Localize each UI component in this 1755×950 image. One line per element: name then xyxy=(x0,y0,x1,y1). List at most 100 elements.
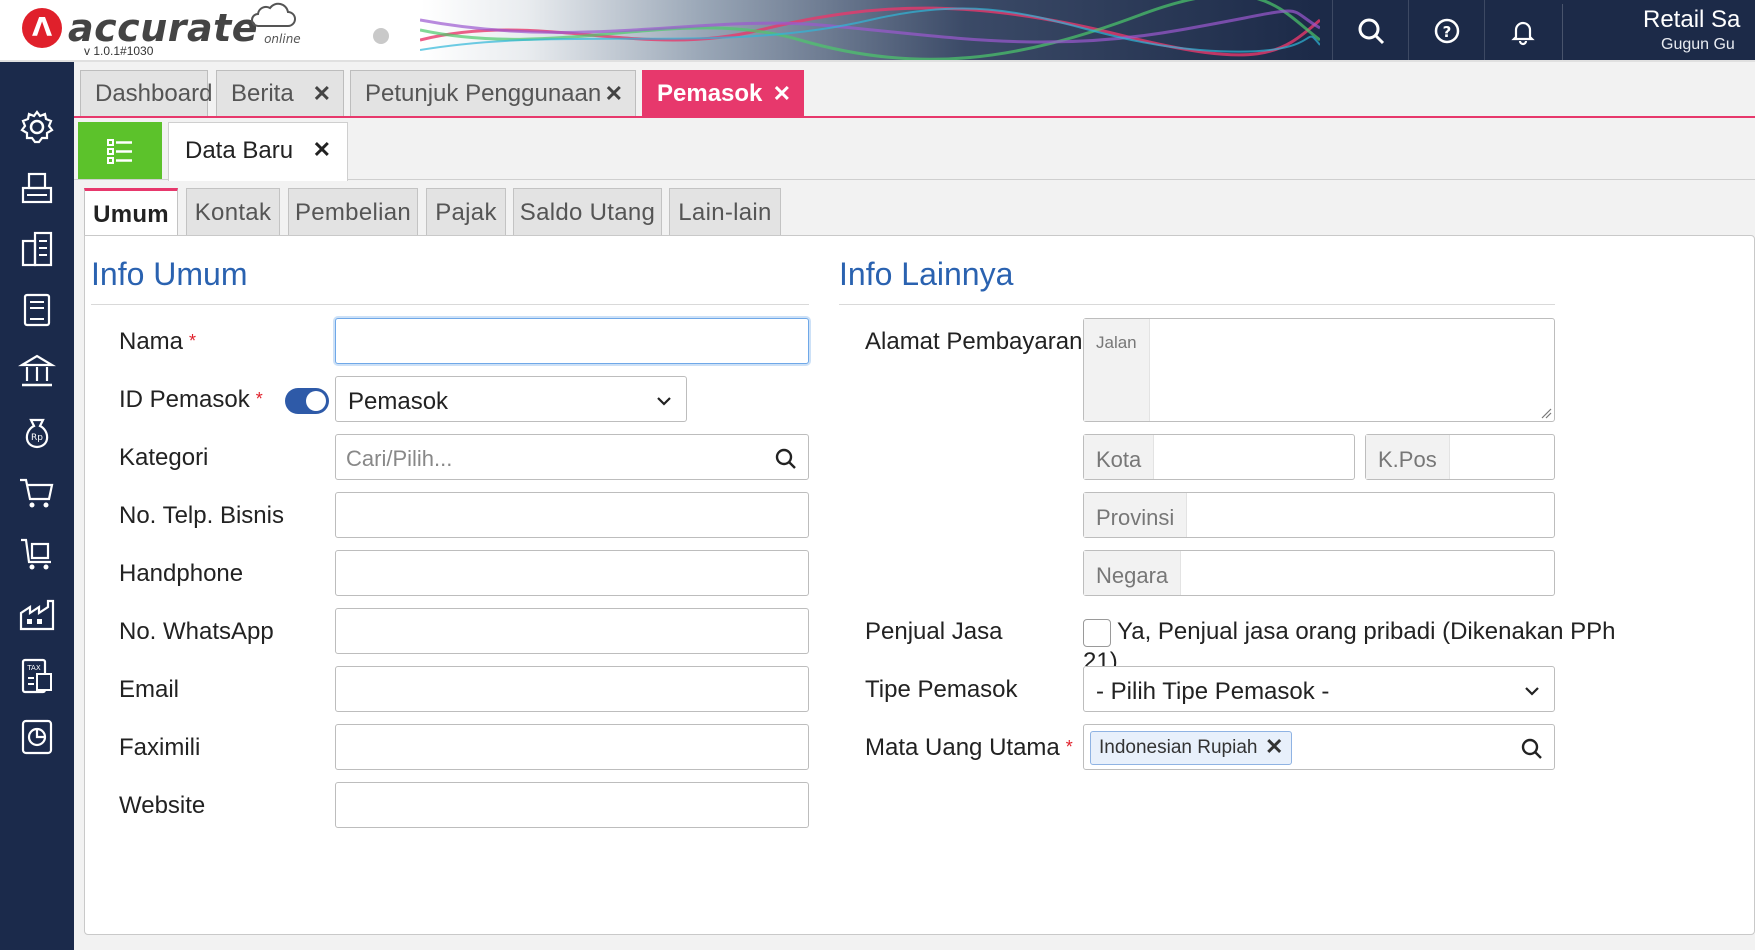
bank-icon xyxy=(18,354,56,387)
search-icon[interactable] xyxy=(774,447,798,471)
search-button[interactable] xyxy=(1332,0,1408,60)
required-mark: * xyxy=(255,389,263,409)
building-icon xyxy=(21,231,53,267)
tab-petunjuk-penggunaan[interactable]: Petunjuk Penggunaan ✕ xyxy=(350,70,636,116)
close-icon[interactable]: ✕ xyxy=(605,81,623,107)
label-tipe-pemasok: Tipe Pemasok xyxy=(865,676,1018,703)
sidebar: Rp TAX xyxy=(0,62,74,950)
sidebar-item-reports[interactable] xyxy=(16,716,58,758)
penjual-jasa-checkbox[interactable] xyxy=(1083,619,1111,647)
list-view-button[interactable] xyxy=(78,122,162,179)
close-icon[interactable]: ✕ xyxy=(313,137,331,163)
user-menu[interactable]: Retail Sa Gugun Gu xyxy=(1562,4,1755,60)
close-icon[interactable]: ✕ xyxy=(313,81,331,107)
sidebar-item-sales[interactable]: Rp xyxy=(16,411,58,453)
tab-kontak[interactable]: Kontak xyxy=(186,188,280,236)
label-alamat-pembayaran: Alamat Pembayaran xyxy=(865,328,1083,355)
search-icon[interactable] xyxy=(1520,737,1544,761)
app-version: v 1.0.1#1030 xyxy=(84,44,154,58)
sidebar-item-manufacture[interactable] xyxy=(16,594,58,636)
website-input[interactable] xyxy=(335,782,809,828)
top-header: Λ accurate online v 1.0.1#1030 ? Retail … xyxy=(0,0,1755,62)
faximili-input[interactable] xyxy=(335,724,809,770)
kategori-search-input[interactable]: Cari/Pilih... xyxy=(335,434,809,480)
label-penjual-jasa: Penjual Jasa xyxy=(865,618,1003,645)
tab-pemasok[interactable]: Pemasok ✕ xyxy=(642,70,804,116)
jalan-textarea[interactable]: Jalan xyxy=(1083,318,1555,422)
fax-icon xyxy=(21,172,53,204)
money-bag-icon: Rp xyxy=(25,418,49,449)
sub-tab-bar: Data Baru ✕ xyxy=(74,118,1755,181)
penjual-jasa-text-wrap: 21) xyxy=(1083,648,1118,666)
auto-number-toggle[interactable] xyxy=(285,388,329,414)
sidebar-item-company[interactable] xyxy=(16,228,58,270)
sidebar-item-tax[interactable]: TAX xyxy=(16,655,58,697)
label-mata-uang-utama: Mata Uang Utama * xyxy=(865,734,1073,761)
tab-label: Data Baru xyxy=(185,137,294,164)
search-icon xyxy=(1358,18,1384,45)
id-pemasok-value: Pemasok xyxy=(348,388,449,415)
tab-pembelian[interactable]: Pembelian xyxy=(288,188,418,236)
notification-button[interactable] xyxy=(1484,0,1560,60)
negara-input[interactable]: Negara xyxy=(1083,550,1555,596)
section-title-info-umum: Info Umum xyxy=(91,256,248,292)
tipe-pemasok-value: - Pilih Tipe Pemasok - xyxy=(1096,678,1330,705)
kpos-input[interactable]: K.Pos xyxy=(1365,434,1555,480)
resize-handle-icon[interactable] xyxy=(1540,407,1552,419)
label-whatsapp: No. WhatsApp xyxy=(119,618,274,645)
sidebar-item-ledger[interactable] xyxy=(16,289,58,331)
factory-icon xyxy=(19,599,55,631)
tab-pajak[interactable]: Pajak xyxy=(426,188,506,236)
report-icon xyxy=(21,719,53,755)
telp-bisnis-input[interactable] xyxy=(335,492,809,538)
status-dot xyxy=(373,28,389,44)
svg-text:Rp: Rp xyxy=(31,433,43,443)
label-nama: Nama * xyxy=(119,328,197,355)
divider xyxy=(91,304,809,305)
tab-umum[interactable]: Umum xyxy=(84,188,178,238)
tab-berita[interactable]: Berita ✕ xyxy=(216,70,344,116)
remove-chip-icon[interactable]: ✕ xyxy=(1265,734,1283,760)
provinsi-input[interactable]: Provinsi xyxy=(1083,492,1555,538)
handphone-input[interactable] xyxy=(335,550,809,596)
tab-dashboard[interactable]: Dashboard xyxy=(80,70,212,116)
company-name: Retail Sa xyxy=(1643,6,1741,33)
whatsapp-input[interactable] xyxy=(335,608,809,654)
list-icon xyxy=(107,138,132,164)
close-icon[interactable]: ✕ xyxy=(773,81,791,107)
sidebar-item-fax[interactable] xyxy=(16,167,58,209)
tax-icon: TAX xyxy=(21,658,52,694)
sidebar-item-inventory[interactable] xyxy=(16,533,58,575)
required-mark: * xyxy=(189,331,197,351)
form-panel: Info Umum Nama * ID Pemasok * Pemasok Kate… xyxy=(84,235,1755,935)
chevron-down-icon xyxy=(1525,687,1539,696)
module-tab-bar: Dashboard Berita ✕ Petunjuk Penggunaan ✕… xyxy=(74,62,1755,118)
app-edition: online xyxy=(264,32,301,46)
chevron-down-icon xyxy=(657,397,671,406)
help-button[interactable]: ? xyxy=(1408,0,1484,60)
sidebar-item-purchase[interactable] xyxy=(16,472,58,514)
email-input[interactable] xyxy=(335,666,809,712)
currency-chip: Indonesian Rupiah ✕ xyxy=(1090,731,1293,765)
provinsi-prefix: Provinsi xyxy=(1084,493,1188,537)
kota-input[interactable]: Kota xyxy=(1083,434,1355,480)
tab-saldo-utang[interactable]: Saldo Utang xyxy=(513,188,662,236)
sidebar-item-settings[interactable] xyxy=(16,106,58,148)
nama-input[interactable] xyxy=(335,318,809,364)
tab-data-baru[interactable]: Data Baru ✕ xyxy=(168,122,348,181)
tab-label: Pemasok xyxy=(657,79,763,107)
mata-uang-search-input[interactable]: Indonesian Rupiah ✕ xyxy=(1083,724,1555,770)
tab-label: Petunjuk Penggunaan xyxy=(365,79,602,107)
kota-prefix: Kota xyxy=(1084,435,1155,479)
logo-badge-icon: Λ xyxy=(22,8,62,48)
tipe-pemasok-select[interactable]: - Pilih Tipe Pemasok - xyxy=(1083,666,1555,712)
currency-chip-label: Indonesian Rupiah xyxy=(1099,737,1258,758)
book-icon xyxy=(23,293,51,327)
id-pemasok-select[interactable]: Pemasok xyxy=(335,376,687,422)
sidebar-item-bank[interactable] xyxy=(16,350,58,392)
gear-icon xyxy=(20,110,54,144)
tab-lain-lain[interactable]: Lain-lain xyxy=(669,188,781,236)
bell-icon xyxy=(1510,21,1535,46)
negara-prefix: Negara xyxy=(1084,551,1182,595)
app-name: accurate xyxy=(68,6,259,50)
